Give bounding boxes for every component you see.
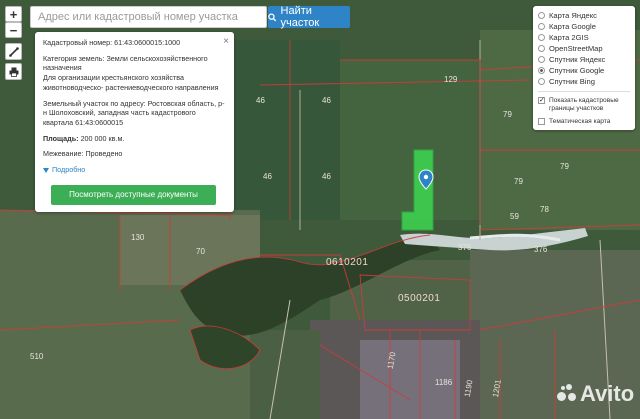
thematic-map-toggle[interactable]: Тематическая карта [538, 117, 630, 126]
parcel-label: 46 [263, 172, 272, 181]
layer-label: Спутник Google [549, 66, 605, 75]
cadastral-number-row: Кадастровый номер: 61:43:0600015:1000 [43, 38, 226, 48]
search-icon [268, 12, 277, 21]
survey-label: Межевание: [43, 149, 84, 159]
search-button[interactable]: Найти участок [268, 5, 350, 29]
map-layers-panel: Карта Яндекс Карта Google Карта 2GIS Ope… [533, 6, 635, 130]
parcel-label: 46 [256, 96, 265, 105]
cadastral-value: 61:43:0600015:1000 [114, 38, 181, 47]
address-label: Земельный участок по адресу: [43, 98, 146, 108]
layer-option-selected[interactable]: Спутник Google [538, 65, 630, 76]
radio-selected-icon [538, 67, 545, 74]
purpose-value: Для организации крестьянского хозяйства … [43, 73, 219, 92]
parcel-label: 79 [560, 162, 569, 171]
area-value: 200 000 кв.м. [80, 133, 125, 143]
search-input[interactable] [30, 6, 267, 28]
cadastral-label: Кадастровый номер: [43, 38, 113, 47]
layer-option[interactable]: Спутник Bing [538, 76, 630, 87]
category-row: Категория земель: Земли сельскохозяйстве… [43, 54, 226, 93]
layer-label: Карта Google [549, 22, 596, 31]
layer-option[interactable]: Карта Google [538, 21, 630, 32]
area-label: Площадь: [43, 133, 79, 143]
layer-label: Спутник Яндекс [549, 55, 606, 64]
print-button[interactable] [5, 63, 22, 80]
parcel-label: 79 [514, 177, 523, 186]
parcel-label: 46 [322, 172, 331, 181]
quarter-label: 0500201 [398, 293, 441, 304]
area-row: Площадь: 200 000 кв.м. [43, 134, 226, 144]
parcel-label: 510 [30, 352, 44, 361]
parcel-label: 130 [131, 233, 145, 242]
avito-watermark: Avito [557, 381, 634, 407]
layer-option[interactable]: Карта 2GIS [538, 32, 630, 43]
divider [538, 91, 630, 92]
cadastral-borders-label: Показать кадастровые границы участков [549, 97, 619, 112]
radio-icon [538, 78, 545, 85]
layer-label: Спутник Bing [549, 77, 595, 86]
category-label: Категория земель: [43, 53, 105, 63]
parcel-label: 129 [444, 75, 458, 84]
parcel-label: 376 [534, 245, 548, 254]
survey-row: Межевание: Проведено [43, 149, 226, 159]
radio-icon [538, 12, 545, 19]
parcel-info-panel: × Кадастровый номер: 61:43:0600015:1000 … [35, 32, 234, 212]
radio-icon [538, 34, 545, 41]
avito-logo-icon [557, 384, 577, 404]
measure-button[interactable] [5, 43, 22, 60]
more-details-link[interactable]: Подробно [43, 165, 226, 175]
layer-option[interactable]: Карта Яндекс [538, 10, 630, 21]
printer-icon [9, 67, 18, 77]
radio-icon [538, 45, 545, 52]
survey-value: Проведено [85, 149, 123, 159]
parcel-label: 46 [322, 96, 331, 105]
view-documents-button[interactable]: Посмотреть доступные документы [51, 185, 216, 205]
search-button-label: Найти участок [280, 5, 320, 29]
parcel-label: 79 [503, 110, 512, 119]
zoom-in-button[interactable]: + [5, 6, 22, 22]
layer-label: Карта Яндекс [549, 11, 597, 20]
checkbox-checked-icon: ✓ [538, 97, 545, 104]
radio-icon [538, 56, 545, 63]
ruler-icon [8, 46, 19, 57]
layer-option[interactable]: OpenStreetMap [538, 43, 630, 54]
parcel-label: 1186 [435, 378, 453, 387]
close-icon[interactable]: × [223, 35, 229, 49]
caret-down-icon [43, 167, 49, 173]
parcel-label: 59 [510, 212, 519, 221]
parcel-label: 376 [458, 243, 472, 252]
thematic-map-label: Тематическая карта [549, 117, 611, 125]
parcel-label: 78 [540, 205, 549, 214]
layer-label: OpenStreetMap [549, 44, 603, 53]
quarter-label: 0610201 [326, 257, 369, 268]
avito-wordmark: Avito [580, 381, 635, 406]
address-row: Земельный участок по адресу: Ростовская … [43, 99, 226, 128]
layer-option[interactable]: Спутник Яндекс [538, 54, 630, 65]
zoom-out-button[interactable]: − [5, 22, 22, 38]
radio-icon [538, 23, 545, 30]
parcel-label: 70 [196, 247, 205, 256]
layer-label: Карта 2GIS [549, 33, 589, 42]
more-details-label: Подробно [52, 165, 86, 175]
checkbox-icon [538, 117, 545, 125]
cadastral-borders-toggle[interactable]: ✓ Показать кадастровые границы участков [538, 97, 630, 113]
